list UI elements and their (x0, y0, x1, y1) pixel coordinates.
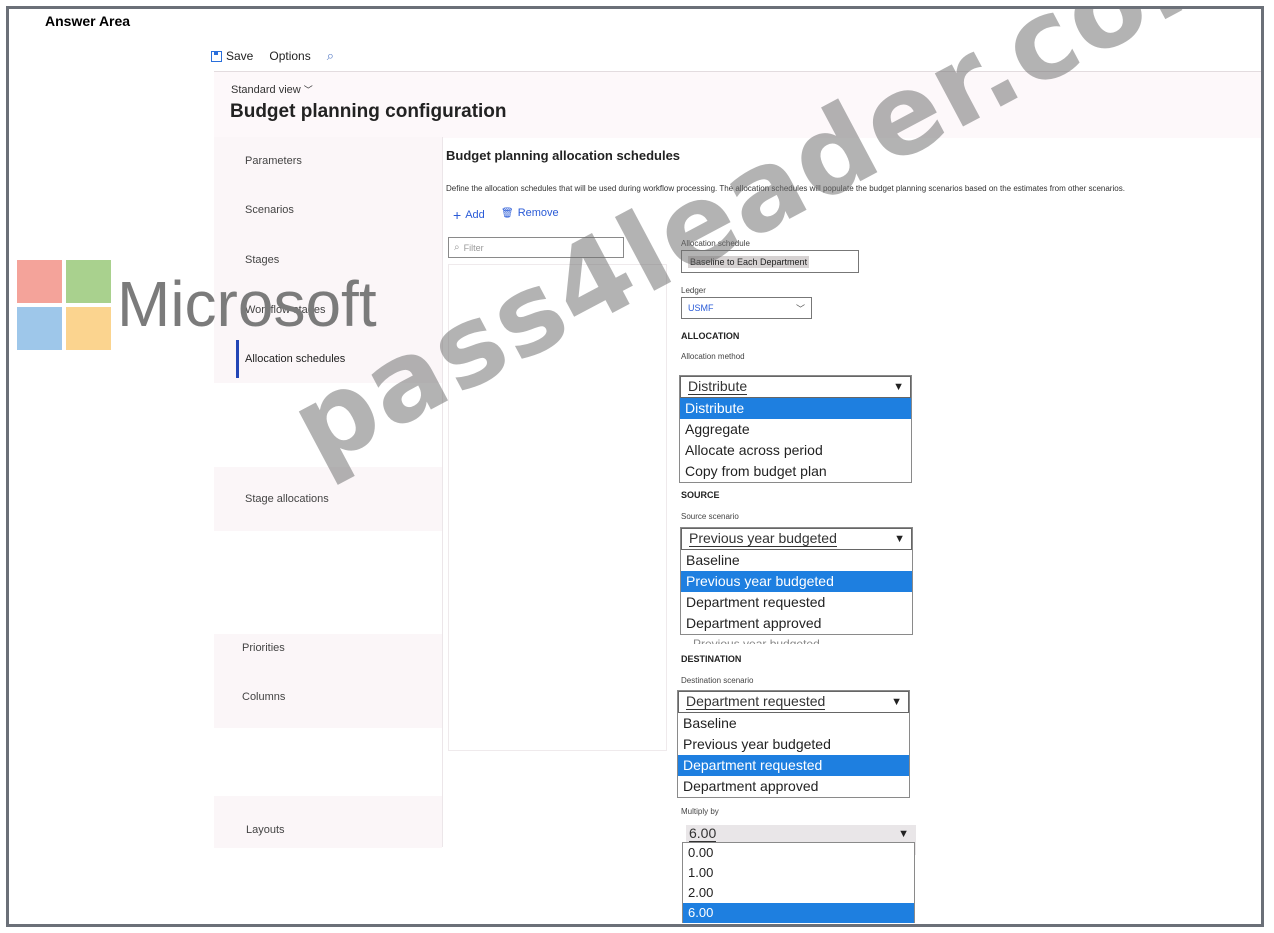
destination-scenario-option[interactable]: Department requested (678, 755, 909, 776)
filter-input[interactable]: ⌕ Filter (448, 237, 624, 258)
allocation-method-dropdown[interactable]: Distribute ▼ Distribute Aggregate Alloca… (679, 375, 912, 483)
source-scenario-option[interactable]: Department approved (681, 613, 912, 634)
nav-item-parameters[interactable]: Parameters (245, 155, 302, 167)
multiply-by-option[interactable]: 0.00 (683, 843, 914, 863)
chevron-down-icon: ﹀ (795, 303, 805, 314)
allocation-method-option[interactable]: Aggregate (680, 419, 911, 440)
destination-scenario-option[interactable]: Previous year budgeted (678, 734, 909, 755)
multiply-by-option[interactable]: 6.00 (683, 903, 914, 923)
dropdown-arrow-icon: ▼ (894, 533, 905, 545)
chevron-down-icon: ﹀ (303, 85, 313, 95)
toolbar: Save Options ⌕ (211, 44, 350, 68)
source-scenario-select[interactable]: Previous year budgeted ▼ (681, 528, 912, 550)
multiply-by-label: Multiply by (681, 807, 719, 816)
remove-button[interactable]: 🗑 Remove (501, 207, 559, 219)
destination-scenario-dropdown[interactable]: Department requested ▼ Baseline Previous… (677, 690, 910, 798)
nav-item-allocation-schedules[interactable]: Allocation schedules (245, 353, 345, 365)
allocation-method-label: Allocation method (681, 352, 745, 361)
allocation-schedule-field[interactable]: Baseline to Each Department (681, 250, 859, 273)
logo-square-green (66, 260, 111, 303)
source-scenario-dropdown[interactable]: Previous year budgeted ▼ Baseline Previo… (680, 527, 913, 635)
destination-scenario-option[interactable]: Baseline (678, 713, 909, 734)
section-description: Define the allocation schedules that wil… (446, 184, 1125, 193)
ledger-label: Ledger (681, 286, 706, 295)
trash-icon: 🗑 (501, 207, 514, 219)
section-title: Budget planning allocation schedules (446, 148, 681, 163)
multiply-by-options: 0.00 1.00 2.00 6.00 (682, 842, 915, 923)
logo-square-blue (17, 307, 62, 350)
logo-square-red (17, 260, 62, 303)
destination-scenario-selected: Department requested (686, 693, 826, 710)
allocation-method-option[interactable]: Distribute (680, 398, 911, 419)
destination-scenario-label: Destination scenario (681, 676, 754, 685)
microsoft-wordmark: Microsoft (117, 268, 377, 340)
nav-panel-bottom (214, 796, 442, 848)
destination-scenario-select[interactable]: Department requested ▼ (678, 691, 909, 713)
source-scenario-option[interactable]: Baseline (681, 550, 912, 571)
options-label: Options (269, 49, 311, 63)
nav-item-stages[interactable]: Stages (245, 254, 279, 266)
page-title: Budget planning configuration (230, 101, 507, 122)
multiply-by-option[interactable]: 2.00 (683, 883, 914, 903)
answer-area-frame: Answer Area Save Options ⌕ Standard view… (6, 6, 1264, 927)
dropdown-arrow-icon: ▼ (898, 827, 909, 840)
nav-item-priorities[interactable]: Priorities (242, 642, 285, 654)
multiply-by-selected: 6.00 (689, 825, 717, 842)
multiply-by-dropdown[interactable]: 6.00 ▼ 0.00 1.00 2.00 6.00 (682, 825, 915, 924)
microsoft-logo-icon (17, 260, 113, 356)
multiply-by-select[interactable]: 6.00 ▼ (682, 825, 915, 842)
search-button[interactable]: ⌕ (327, 48, 334, 64)
allocation-method-option[interactable]: Allocate across period (680, 440, 911, 461)
save-button[interactable]: Save (211, 49, 253, 63)
multiply-by-option[interactable]: 1.00 (683, 863, 914, 883)
save-label: Save (226, 49, 254, 63)
allocation-method-select[interactable]: Distribute ▼ (680, 376, 911, 398)
search-icon: ⌕ (454, 242, 460, 253)
allocation-schedule-label: Allocation schedule (681, 239, 750, 248)
dropdown-arrow-icon: ▼ (893, 381, 904, 393)
destination-scenario-option[interactable]: Department approved (678, 776, 909, 797)
search-icon: ⌕ (326, 48, 334, 63)
source-heading: SOURCE (681, 490, 720, 500)
plus-icon: + (453, 207, 462, 223)
ledger-select[interactable]: USMF ﹀ (681, 297, 812, 319)
source-scenario-underlying: Previous year budgeted (693, 637, 820, 644)
nav-item-layouts[interactable]: Layouts (246, 824, 285, 836)
ledger-value: USMF (688, 303, 714, 313)
options-button[interactable]: Options (269, 49, 310, 63)
nav-item-columns[interactable]: Columns (242, 691, 285, 703)
dropdown-arrow-icon: ▼ (891, 696, 902, 708)
source-scenario-selected: Previous year budgeted (689, 530, 837, 547)
filter-placeholder: Filter (463, 242, 484, 253)
schedule-list[interactable] (448, 264, 667, 751)
add-button[interactable]: + Add (453, 207, 485, 223)
nav-item-stage-allocations[interactable]: Stage allocations (245, 493, 329, 505)
allocation-method-option[interactable]: Copy from budget plan (680, 461, 911, 482)
source-scenario-option[interactable]: Previous year budgeted (681, 571, 912, 592)
logo-square-yellow (66, 307, 111, 350)
nav-active-indicator (236, 340, 239, 378)
allocation-heading: ALLOCATION (681, 331, 740, 341)
add-label: Add (465, 209, 485, 221)
nav-item-scenarios[interactable]: Scenarios (245, 204, 294, 216)
view-label: Standard view (231, 84, 301, 96)
nav-divider (442, 137, 443, 847)
allocation-schedule-value: Baseline to Each Department (688, 255, 810, 268)
view-selector[interactable]: Standard view ﹀ (231, 83, 313, 96)
remove-label: Remove (517, 207, 559, 219)
allocation-method-selected: Distribute (688, 378, 748, 395)
answer-area-title: Answer Area (45, 13, 131, 29)
save-icon (211, 50, 222, 62)
destination-heading: DESTINATION (681, 654, 742, 664)
source-scenario-label: Source scenario (681, 512, 739, 521)
source-scenario-option[interactable]: Department requested (681, 592, 912, 613)
